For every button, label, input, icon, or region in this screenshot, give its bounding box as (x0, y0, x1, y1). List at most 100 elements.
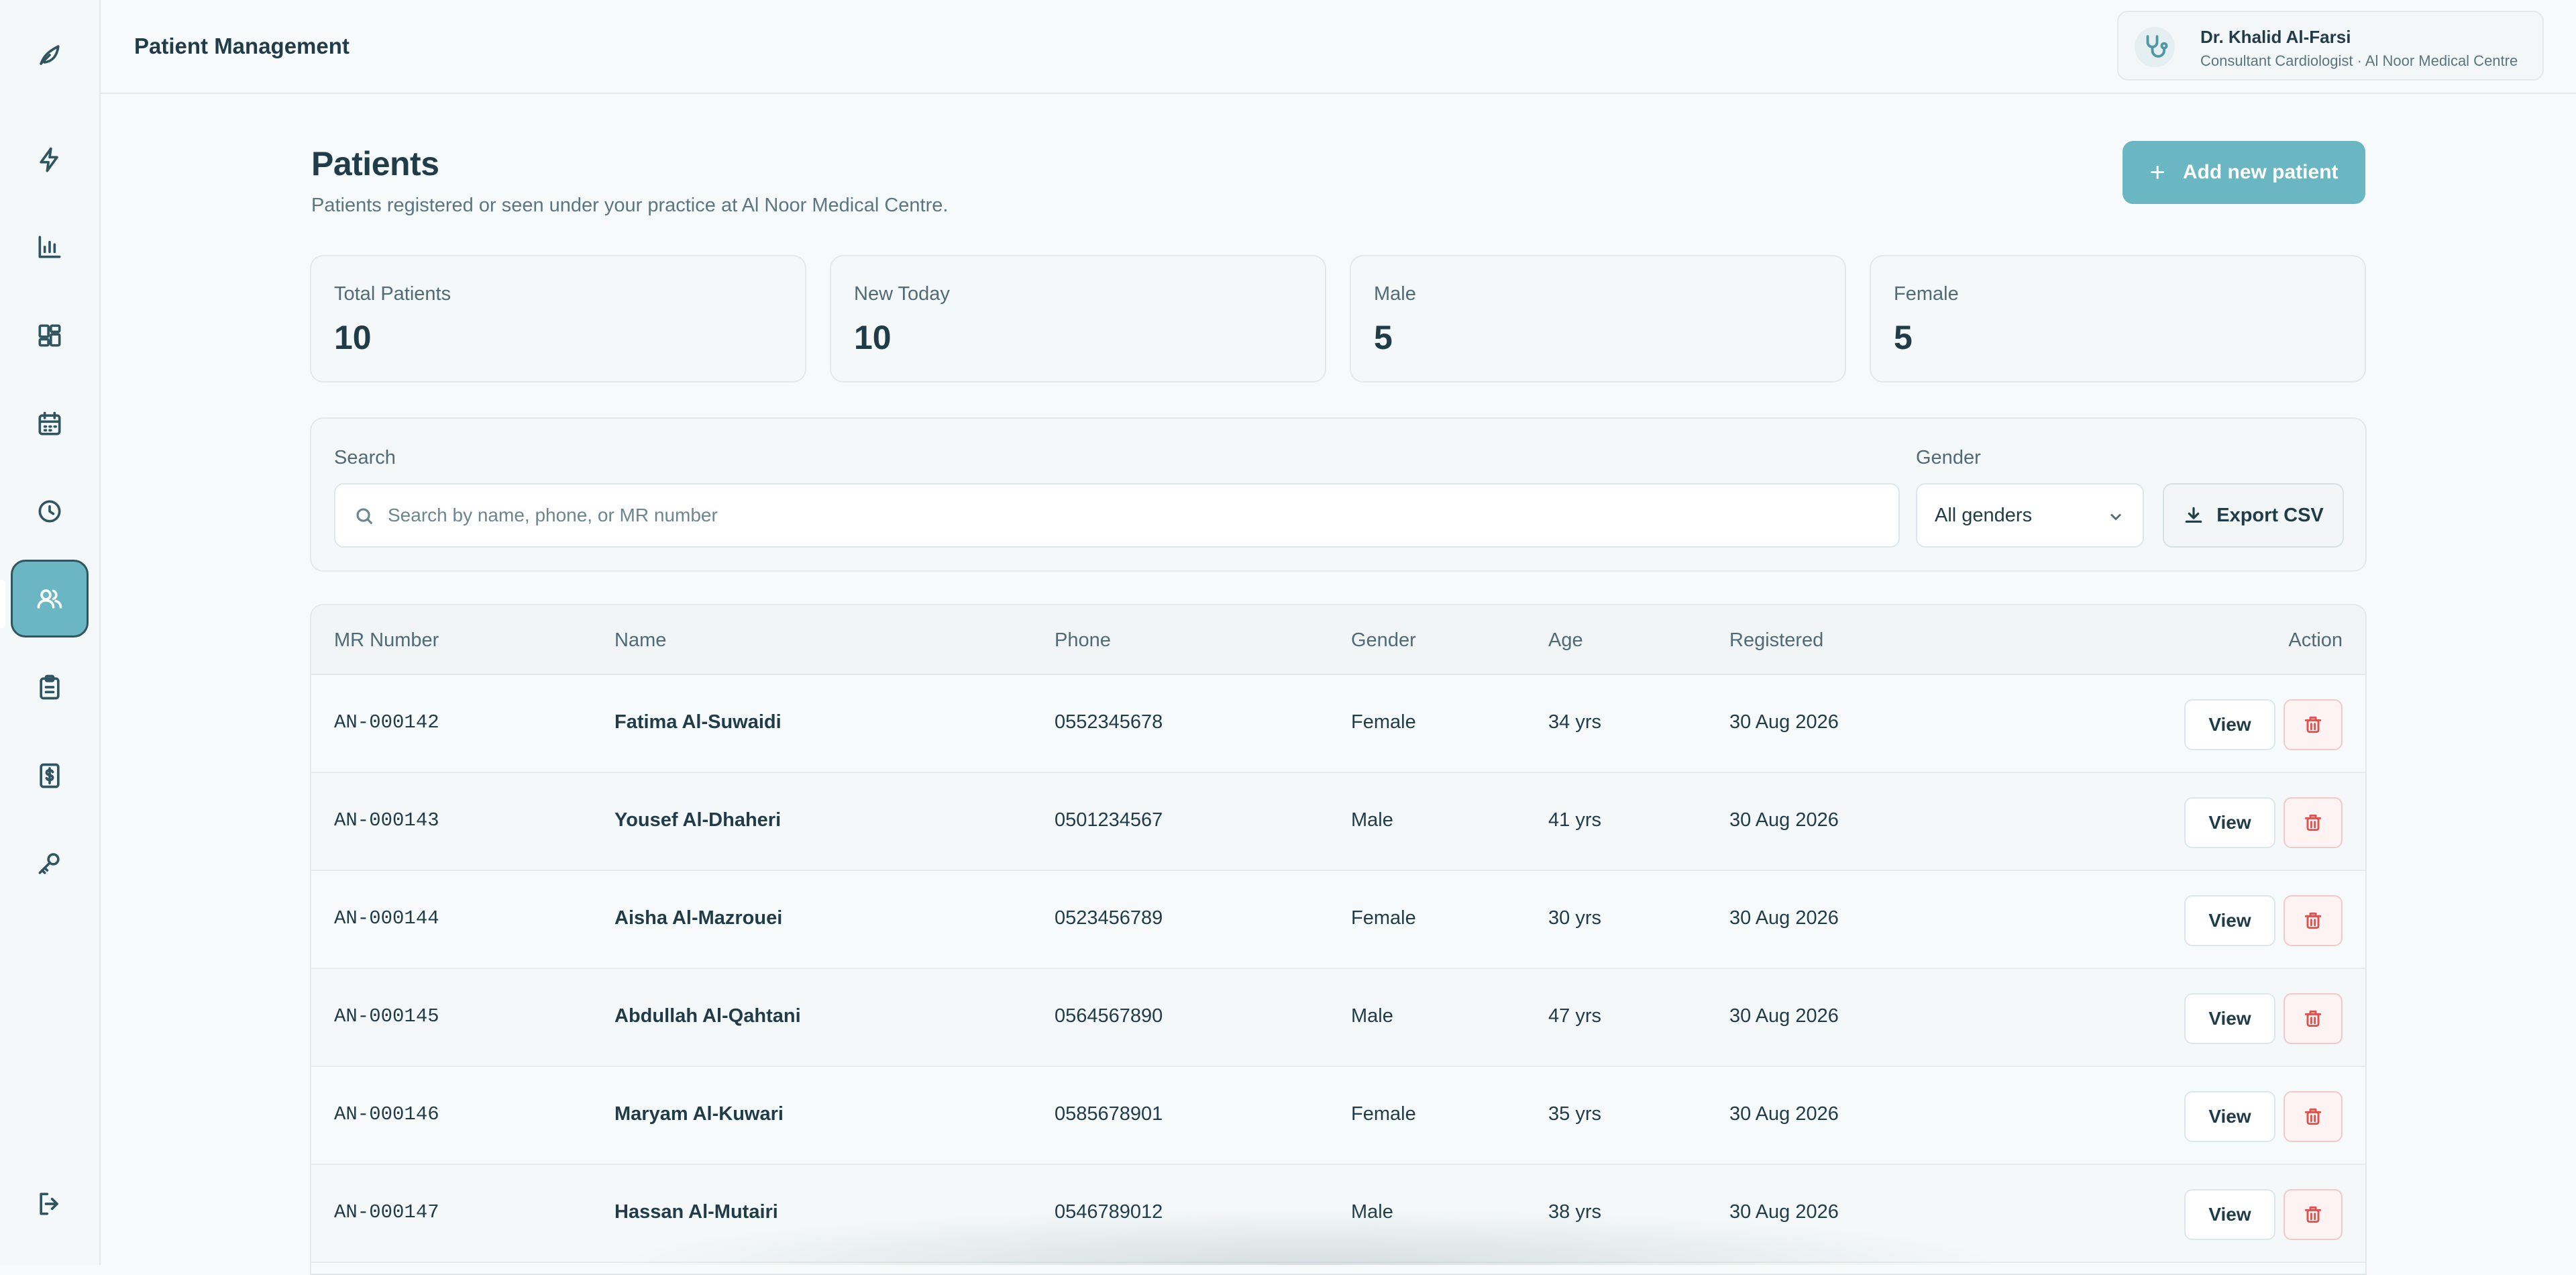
table-row[interactable]: AN-000147 Hassan Al-Mutairi 0546789012 Male… (311, 1165, 2365, 1263)
column-header-mr[interactable]: MR Number (334, 629, 439, 652)
table-row[interactable]: AN-000144 Aisha Al-Mazrouei 0523456789 Fema… (311, 871, 2365, 969)
filter-panel: Search Gender All genders Export CSV (310, 417, 2367, 572)
stat-label: Female (1894, 283, 1959, 305)
patient-registered: 30 Aug 2026 (1729, 907, 1839, 929)
clock-icon[interactable] (11, 472, 89, 550)
delete-button[interactable] (2284, 993, 2343, 1044)
patient-age: 34 yrs (1548, 711, 1601, 733)
user-role: Consultant Cardiologist · Al Noor Medica… (2200, 52, 2518, 69)
plus-icon: + (2149, 158, 2165, 187)
patient-age: 30 yrs (1548, 907, 1601, 929)
patient-name[interactable]: Fatima Al-Suwaidi (614, 711, 782, 733)
patient-name[interactable]: Aisha Al-Mazrouei (614, 907, 782, 929)
patient-phone: 0546789012 (1055, 1201, 1163, 1223)
delete-button[interactable] (2284, 1189, 2343, 1240)
stat-label: New Today (854, 283, 950, 305)
leaf-logo-icon[interactable] (11, 16, 89, 94)
patient-phone: 0552345678 (1055, 711, 1163, 733)
patient-gender: Male (1351, 809, 1393, 831)
delete-button[interactable] (2284, 699, 2343, 750)
patient-gender: Female (1351, 1103, 1416, 1125)
page-subtitle: Patients registered or seen under your p… (311, 195, 949, 216)
search-label: Search (334, 447, 396, 468)
mr-number: AN-000144 (334, 907, 439, 929)
user-name: Dr. Khalid Al-Farsi (2200, 27, 2351, 47)
lightning-icon[interactable] (11, 121, 89, 199)
search-icon (356, 508, 373, 525)
billing-dollar-icon[interactable] (11, 737, 89, 815)
table-row[interactable]: AN-000143 Yousef Al-Dhaheri 0501234567 Male… (311, 773, 2365, 871)
users-icon[interactable] (11, 560, 89, 638)
column-header-name[interactable]: Name (614, 629, 666, 652)
patient-name[interactable]: Abdullah Al-Qahtani (614, 1005, 801, 1027)
column-header-phone[interactable]: Phone (1055, 629, 1111, 652)
trash-icon (2302, 1008, 2324, 1029)
delete-button[interactable] (2284, 895, 2343, 946)
mr-number: AN-000146 (334, 1103, 439, 1125)
patient-gender: Female (1351, 907, 1416, 929)
trash-icon (2302, 1106, 2324, 1127)
patient-phone: 0523456789 (1055, 907, 1163, 929)
table-header: MR Number Name Phone Gender Age Register… (311, 605, 2365, 675)
stat-value: 5 (1374, 319, 1393, 356)
trash-icon (2302, 910, 2324, 931)
patient-gender: Male (1351, 1201, 1393, 1223)
trash-icon (2302, 1204, 2324, 1225)
view-button[interactable]: View (2184, 1189, 2275, 1240)
delete-button[interactable] (2284, 1091, 2343, 1142)
stat-value: 10 (854, 319, 892, 356)
page-title: Patients (311, 145, 439, 183)
delete-button[interactable] (2284, 797, 2343, 848)
view-button[interactable]: View (2184, 797, 2275, 848)
dashboard-grid-icon[interactable] (11, 297, 89, 374)
stat-card-female: Female 5 (1870, 255, 2366, 382)
view-button[interactable]: View (2184, 895, 2275, 946)
clipboard-icon[interactable] (11, 648, 89, 726)
user-profile-card[interactable]: Dr. Khalid Al-Farsi Consultant Cardiolog… (2117, 11, 2544, 81)
bar-chart-icon[interactable] (11, 208, 89, 286)
gender-label: Gender (1916, 447, 1981, 468)
search-box[interactable] (334, 483, 1900, 548)
calendar-icon[interactable] (11, 385, 89, 463)
export-csv-button[interactable]: Export CSV (2163, 483, 2344, 548)
patient-age: 41 yrs (1548, 809, 1601, 831)
add-new-patient-button[interactable]: + Add new patient (2123, 141, 2365, 204)
patient-registered: 30 Aug 2026 (1729, 1103, 1839, 1125)
stat-card-total: Total Patients 10 (310, 255, 806, 382)
gender-select[interactable]: All genders (1916, 483, 2144, 548)
logout-icon[interactable] (11, 1165, 89, 1243)
search-input[interactable] (386, 484, 1882, 546)
key-icon[interactable] (11, 824, 89, 902)
active-nav-marker (0, 580, 5, 628)
patient-phone: 0501234567 (1055, 809, 1163, 831)
patients-table: MR Number Name Phone Gender Age Register… (310, 604, 2367, 1275)
app-page-title: Patient Management (134, 34, 350, 58)
view-button[interactable]: View (2184, 1091, 2275, 1142)
patient-registered: 30 Aug 2026 (1729, 1005, 1839, 1027)
patient-name[interactable]: Hassan Al-Mutairi (614, 1201, 778, 1223)
mr-number: AN-000142 (334, 711, 439, 733)
view-button[interactable]: View (2184, 993, 2275, 1044)
stat-card-new-today: New Today 10 (830, 255, 1326, 382)
add-new-patient-label: Add new patient (2182, 161, 2339, 183)
patient-gender: Female (1351, 711, 1416, 733)
patient-name[interactable]: Yousef Al-Dhaheri (614, 809, 781, 831)
stat-card-male: Male 5 (1350, 255, 1846, 382)
column-header-age[interactable]: Age (1548, 629, 1583, 652)
patient-age: 38 yrs (1548, 1201, 1601, 1223)
table-row[interactable]: AN-000145 Abdullah Al-Qahtani 0564567890 Ma… (311, 969, 2365, 1067)
trash-icon (2302, 714, 2324, 735)
view-button[interactable]: View (2184, 699, 2275, 750)
table-row[interactable]: AN-000142 Fatima Al-Suwaidi 0552345678 Fema… (311, 675, 2365, 773)
sidebar (0, 0, 101, 1265)
column-header-registered[interactable]: Registered (1729, 629, 1823, 652)
patient-name[interactable]: Maryam Al-Kuwari (614, 1103, 784, 1125)
mr-number: AN-000145 (334, 1005, 439, 1027)
top-bar: Patient Management Dr. Khalid Al-Farsi C… (101, 0, 2576, 94)
table-row[interactable]: AN-000146 Maryam Al-Kuwari 0585678901 Femal… (311, 1067, 2365, 1165)
stat-label: Total Patients (334, 283, 451, 305)
mr-number: AN-000147 (334, 1201, 439, 1223)
stat-label: Male (1374, 283, 1416, 305)
column-header-gender[interactable]: Gender (1351, 629, 1416, 652)
patient-phone: 0564567890 (1055, 1005, 1163, 1027)
